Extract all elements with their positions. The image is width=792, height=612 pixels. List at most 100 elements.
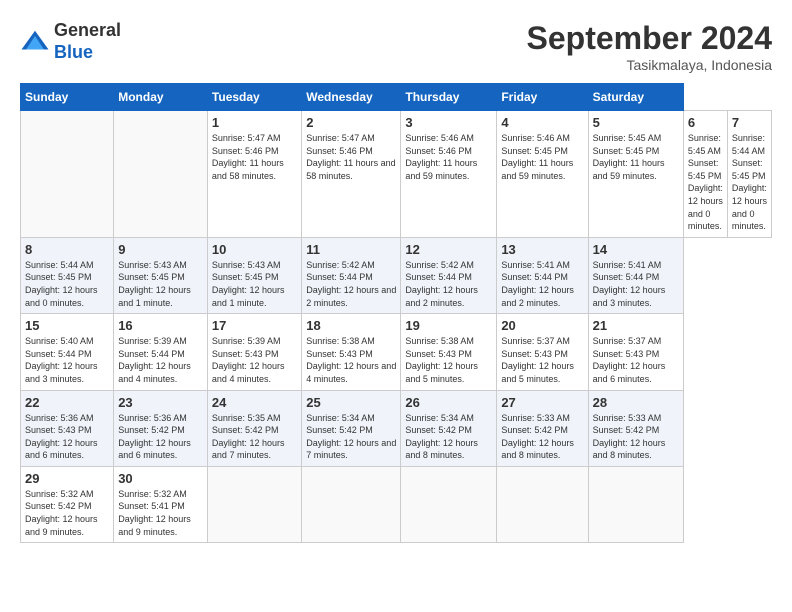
day-info: Sunrise: 5:34 AM Sunset: 5:42 PM Dayligh…: [306, 412, 396, 462]
day-info: Sunrise: 5:47 AM Sunset: 5:46 PM Dayligh…: [306, 132, 396, 182]
day-info: Sunrise: 5:43 AM Sunset: 5:45 PM Dayligh…: [212, 259, 297, 309]
day-info: Sunrise: 5:45 AM Sunset: 5:45 PM Dayligh…: [688, 132, 723, 233]
day-number: 1: [212, 115, 297, 130]
day-cell-24: 24 Sunrise: 5:35 AM Sunset: 5:42 PM Dayl…: [207, 390, 301, 466]
day-number: 22: [25, 395, 109, 410]
day-number: 2: [306, 115, 396, 130]
day-number: 27: [501, 395, 583, 410]
day-number: 20: [501, 318, 583, 333]
day-info: Sunrise: 5:39 AM Sunset: 5:43 PM Dayligh…: [212, 335, 297, 385]
day-number: 21: [593, 318, 679, 333]
day-info: Sunrise: 5:44 AM Sunset: 5:45 PM Dayligh…: [732, 132, 767, 233]
day-cell-15: 15 Sunrise: 5:40 AM Sunset: 5:44 PM Dayl…: [21, 314, 114, 390]
day-cell-19: 19 Sunrise: 5:38 AM Sunset: 5:43 PM Dayl…: [401, 314, 497, 390]
empty-cell: [497, 466, 588, 542]
weekday-header-saturday: Saturday: [588, 84, 683, 111]
weekday-header-friday: Friday: [497, 84, 588, 111]
day-info: Sunrise: 5:36 AM Sunset: 5:42 PM Dayligh…: [118, 412, 203, 462]
empty-cell: [114, 111, 208, 238]
day-number: 11: [306, 242, 396, 257]
day-info: Sunrise: 5:43 AM Sunset: 5:45 PM Dayligh…: [118, 259, 203, 309]
day-info: Sunrise: 5:33 AM Sunset: 5:42 PM Dayligh…: [501, 412, 583, 462]
day-number: 16: [118, 318, 203, 333]
day-cell-9: 9 Sunrise: 5:43 AM Sunset: 5:45 PM Dayli…: [114, 237, 208, 313]
day-info: Sunrise: 5:38 AM Sunset: 5:43 PM Dayligh…: [405, 335, 492, 385]
page-header: General Blue September 2024 Tasikmalaya,…: [20, 20, 772, 73]
empty-cell: [207, 466, 301, 542]
day-cell-27: 27 Sunrise: 5:33 AM Sunset: 5:42 PM Dayl…: [497, 390, 588, 466]
day-cell-5: 5 Sunrise: 5:45 AM Sunset: 5:45 PM Dayli…: [588, 111, 683, 238]
day-cell-28: 28 Sunrise: 5:33 AM Sunset: 5:42 PM Dayl…: [588, 390, 683, 466]
day-cell-29: 29 Sunrise: 5:32 AM Sunset: 5:42 PM Dayl…: [21, 466, 114, 542]
empty-cell: [21, 111, 114, 238]
day-number: 8: [25, 242, 109, 257]
weekday-row: SundayMondayTuesdayWednesdayThursdayFrid…: [21, 84, 772, 111]
day-info: Sunrise: 5:34 AM Sunset: 5:42 PM Dayligh…: [405, 412, 492, 462]
day-info: Sunrise: 5:32 AM Sunset: 5:41 PM Dayligh…: [118, 488, 203, 538]
day-number: 19: [405, 318, 492, 333]
day-number: 25: [306, 395, 396, 410]
logo: General Blue: [20, 20, 121, 63]
empty-cell: [401, 466, 497, 542]
calendar-table: SundayMondayTuesdayWednesdayThursdayFrid…: [20, 83, 772, 543]
day-number: 3: [405, 115, 492, 130]
empty-cell: [302, 466, 401, 542]
day-info: Sunrise: 5:45 AM Sunset: 5:45 PM Dayligh…: [593, 132, 679, 182]
day-info: Sunrise: 5:39 AM Sunset: 5:44 PM Dayligh…: [118, 335, 203, 385]
day-cell-7: 7 Sunrise: 5:44 AM Sunset: 5:45 PM Dayli…: [727, 111, 771, 238]
day-cell-22: 22 Sunrise: 5:36 AM Sunset: 5:43 PM Dayl…: [21, 390, 114, 466]
day-number: 15: [25, 318, 109, 333]
calendar-week-5: 29 Sunrise: 5:32 AM Sunset: 5:42 PM Dayl…: [21, 466, 772, 542]
day-info: Sunrise: 5:37 AM Sunset: 5:43 PM Dayligh…: [593, 335, 679, 385]
title-block: September 2024 Tasikmalaya, Indonesia: [527, 20, 772, 73]
weekday-header-thursday: Thursday: [401, 84, 497, 111]
day-number: 5: [593, 115, 679, 130]
day-cell-11: 11 Sunrise: 5:42 AM Sunset: 5:44 PM Dayl…: [302, 237, 401, 313]
day-info: Sunrise: 5:37 AM Sunset: 5:43 PM Dayligh…: [501, 335, 583, 385]
day-number: 10: [212, 242, 297, 257]
day-info: Sunrise: 5:47 AM Sunset: 5:46 PM Dayligh…: [212, 132, 297, 182]
day-number: 4: [501, 115, 583, 130]
day-number: 28: [593, 395, 679, 410]
logo-icon: [20, 27, 50, 57]
logo-text: General Blue: [54, 20, 121, 63]
calendar-week-1: 1 Sunrise: 5:47 AM Sunset: 5:46 PM Dayli…: [21, 111, 772, 238]
day-info: Sunrise: 5:36 AM Sunset: 5:43 PM Dayligh…: [25, 412, 109, 462]
day-number: 6: [688, 115, 723, 130]
calendar-header: SundayMondayTuesdayWednesdayThursdayFrid…: [21, 84, 772, 111]
day-number: 12: [405, 242, 492, 257]
day-number: 18: [306, 318, 396, 333]
day-number: 14: [593, 242, 679, 257]
day-cell-14: 14 Sunrise: 5:41 AM Sunset: 5:44 PM Dayl…: [588, 237, 683, 313]
day-number: 17: [212, 318, 297, 333]
location-subtitle: Tasikmalaya, Indonesia: [527, 57, 772, 73]
day-number: 26: [405, 395, 492, 410]
day-number: 23: [118, 395, 203, 410]
day-info: Sunrise: 5:42 AM Sunset: 5:44 PM Dayligh…: [306, 259, 396, 309]
day-info: Sunrise: 5:32 AM Sunset: 5:42 PM Dayligh…: [25, 488, 109, 538]
day-info: Sunrise: 5:46 AM Sunset: 5:46 PM Dayligh…: [405, 132, 492, 182]
calendar-body: 1 Sunrise: 5:47 AM Sunset: 5:46 PM Dayli…: [21, 111, 772, 543]
day-cell-6: 6 Sunrise: 5:45 AM Sunset: 5:45 PM Dayli…: [683, 111, 727, 238]
day-cell-21: 21 Sunrise: 5:37 AM Sunset: 5:43 PM Dayl…: [588, 314, 683, 390]
weekday-header-wednesday: Wednesday: [302, 84, 401, 111]
weekday-header-sunday: Sunday: [21, 84, 114, 111]
calendar-week-4: 22 Sunrise: 5:36 AM Sunset: 5:43 PM Dayl…: [21, 390, 772, 466]
day-cell-10: 10 Sunrise: 5:43 AM Sunset: 5:45 PM Dayl…: [207, 237, 301, 313]
day-number: 29: [25, 471, 109, 486]
day-info: Sunrise: 5:41 AM Sunset: 5:44 PM Dayligh…: [593, 259, 679, 309]
day-cell-23: 23 Sunrise: 5:36 AM Sunset: 5:42 PM Dayl…: [114, 390, 208, 466]
weekday-header-monday: Monday: [114, 84, 208, 111]
day-info: Sunrise: 5:46 AM Sunset: 5:45 PM Dayligh…: [501, 132, 583, 182]
day-cell-2: 2 Sunrise: 5:47 AM Sunset: 5:46 PM Dayli…: [302, 111, 401, 238]
day-cell-20: 20 Sunrise: 5:37 AM Sunset: 5:43 PM Dayl…: [497, 314, 588, 390]
month-title: September 2024: [527, 20, 772, 57]
calendar-week-2: 8 Sunrise: 5:44 AM Sunset: 5:45 PM Dayli…: [21, 237, 772, 313]
day-info: Sunrise: 5:33 AM Sunset: 5:42 PM Dayligh…: [593, 412, 679, 462]
day-info: Sunrise: 5:35 AM Sunset: 5:42 PM Dayligh…: [212, 412, 297, 462]
day-number: 7: [732, 115, 767, 130]
day-cell-17: 17 Sunrise: 5:39 AM Sunset: 5:43 PM Dayl…: [207, 314, 301, 390]
day-cell-12: 12 Sunrise: 5:42 AM Sunset: 5:44 PM Dayl…: [401, 237, 497, 313]
day-cell-4: 4 Sunrise: 5:46 AM Sunset: 5:45 PM Dayli…: [497, 111, 588, 238]
empty-cell: [588, 466, 683, 542]
